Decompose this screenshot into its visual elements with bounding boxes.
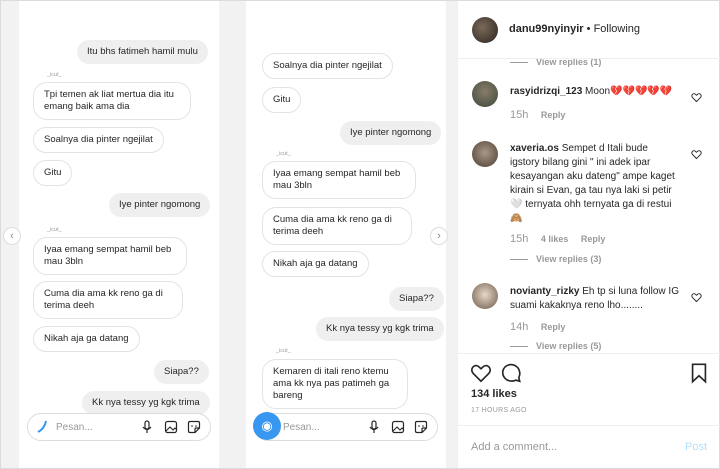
post-actions: 134 likes 17 HOURS AGO bbox=[458, 353, 720, 425]
comment-username[interactable]: rasyidrizqi_123 bbox=[510, 86, 582, 97]
comment-username[interactable]: xaveria.os bbox=[510, 143, 559, 154]
comment-time: 14h bbox=[510, 321, 529, 333]
chat-bubble: Siapa?? bbox=[154, 360, 209, 384]
view-replies-link[interactable]: View replies (5) bbox=[510, 341, 601, 351]
comment-likes[interactable]: 4 likes bbox=[541, 234, 569, 244]
message-input[interactable]: Pesan... bbox=[283, 422, 320, 433]
chat-bubble: Soalnya dia pinter ngejilat bbox=[33, 127, 164, 153]
chat-bubble: Siapa?? bbox=[389, 287, 444, 311]
reply-button[interactable]: Reply bbox=[541, 110, 566, 120]
heart-icon[interactable] bbox=[691, 92, 702, 103]
chat-sender: _icut_ bbox=[276, 151, 291, 157]
avatar[interactable] bbox=[472, 81, 498, 107]
chat-bubble: Tpi temen ak liat mertua dia itu emang b… bbox=[33, 82, 191, 120]
comment-text-row: rasyidrizqi_123 Moon💔💔💔💔💔 bbox=[510, 85, 680, 99]
chat-bubble: Gitu bbox=[262, 87, 302, 113]
chat-bubble: Kk nya tessy yg kgk trima bbox=[316, 317, 444, 341]
bookmark-icon[interactable] bbox=[688, 362, 710, 384]
post-sidebar: danu99nyinyir • Following View replies (… bbox=[457, 1, 720, 468]
avatar[interactable] bbox=[472, 283, 498, 309]
chat-screenshot-right: Soalnya dia pinter ngejilat Gitu Iye pin… bbox=[246, 1, 446, 468]
comment-meta: 15h 4 likes Reply bbox=[510, 233, 605, 245]
heart-icon[interactable] bbox=[691, 292, 702, 303]
chat-bubble: Nikah aja ga datang bbox=[262, 251, 369, 277]
comment-icon[interactable] bbox=[500, 362, 522, 384]
heart-icon[interactable] bbox=[691, 149, 702, 160]
message-input[interactable]: Pesan... bbox=[56, 422, 93, 433]
header-separator: • bbox=[586, 23, 591, 35]
heart-icon[interactable] bbox=[470, 362, 492, 384]
gallery-icon[interactable] bbox=[391, 420, 405, 434]
comment-text: Sempet d Itali bude igstory bilang gini … bbox=[510, 143, 675, 224]
message-input-bar[interactable]: Pesan... bbox=[27, 413, 211, 441]
gallery-icon[interactable] bbox=[164, 420, 178, 434]
comment-text-row: novianty_rizky Eh tp si luna follow IG s… bbox=[510, 285, 680, 313]
reply-button[interactable]: Reply bbox=[581, 234, 606, 244]
comment-meta: 15h Reply bbox=[510, 109, 565, 121]
chat-bubble: Nikah aja ga datang bbox=[33, 326, 140, 352]
chat-bubble: Iye pinter ngomong bbox=[109, 193, 211, 217]
follow-status[interactable]: Following bbox=[594, 23, 640, 35]
microphone-icon[interactable] bbox=[140, 420, 154, 434]
chat-sender: _icut_ bbox=[47, 72, 62, 78]
chat-bubble: Iye pinter ngomong bbox=[340, 121, 442, 145]
post-header: danu99nyinyir • Following bbox=[458, 1, 720, 59]
post-timestamp: 17 HOURS AGO bbox=[471, 407, 527, 414]
camera-icon[interactable]: ◉ bbox=[253, 412, 281, 440]
avatar[interactable] bbox=[472, 141, 498, 167]
message-input-bar[interactable]: ◉ Pesan... bbox=[253, 412, 438, 441]
comment-username[interactable]: novianty_rizky bbox=[510, 286, 579, 297]
header-username[interactable]: danu99nyinyir bbox=[509, 23, 584, 35]
comment-meta: 14h Reply bbox=[510, 321, 565, 333]
comment-time: 15h bbox=[510, 109, 529, 121]
chat-sender: _icut_ bbox=[47, 227, 62, 233]
chat-sender: _icut_ bbox=[276, 348, 291, 354]
post-button[interactable]: Post bbox=[685, 441, 707, 453]
add-comment-input[interactable]: Add a comment... bbox=[471, 441, 557, 453]
chat-bubble: Kemaren di itali reno ktemu ama kk nya p… bbox=[262, 359, 408, 409]
chat-screenshot-left: Itu bhs fatimeh hamil mulu _icut_ Tpi te… bbox=[19, 1, 219, 468]
chat-bubble: Cuma dia ama kk reno ga di terima deeh bbox=[262, 207, 412, 245]
add-comment-bar: Add a comment... Post bbox=[458, 425, 720, 468]
likes-count[interactable]: 134 likes bbox=[471, 388, 517, 400]
header-user: danu99nyinyir • Following bbox=[509, 23, 640, 35]
post-photo: Itu bhs fatimeh hamil mulu _icut_ Tpi te… bbox=[1, 1, 457, 468]
view-replies-link[interactable]: View replies (1) bbox=[510, 59, 601, 67]
chat-bubble: Kk nya tessy yg kgk trima bbox=[82, 391, 210, 415]
view-replies-link[interactable]: View replies (3) bbox=[510, 254, 601, 264]
comment-time: 15h bbox=[510, 233, 529, 245]
camera-icon bbox=[37, 420, 47, 433]
avatar[interactable] bbox=[472, 17, 498, 43]
next-arrow-icon[interactable]: › bbox=[430, 227, 448, 245]
chat-bubble: Itu bhs fatimeh hamil mulu bbox=[77, 40, 208, 64]
chat-bubble: Iyaa emang sempat hamil beb mau 3bln bbox=[262, 161, 416, 199]
microphone-icon[interactable] bbox=[367, 420, 381, 434]
sticker-icon[interactable] bbox=[414, 420, 428, 434]
chat-bubble: Iyaa emang sempat hamil beb mau 3bln bbox=[33, 237, 187, 275]
chat-bubble: Gitu bbox=[33, 160, 73, 186]
comment-text-row: xaveria.os Sempet d Itali bude igstory b… bbox=[510, 142, 680, 226]
sticker-icon[interactable] bbox=[187, 420, 201, 434]
previous-arrow-icon[interactable]: ‹ bbox=[3, 227, 21, 245]
chat-bubble: Soalnya dia pinter ngejilat bbox=[262, 53, 393, 79]
comment-text: Moon💔💔💔💔💔 bbox=[585, 86, 673, 97]
comments-list: View replies (1) rasyidrizqi_123 Moon💔💔💔… bbox=[458, 59, 720, 353]
chat-bubble: Cuma dia ama kk reno ga di terima deeh bbox=[33, 281, 183, 319]
reply-button[interactable]: Reply bbox=[541, 322, 566, 332]
